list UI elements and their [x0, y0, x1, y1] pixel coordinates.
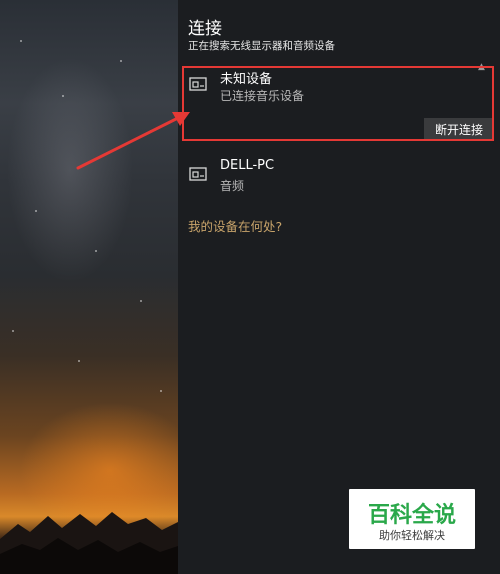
watermark-main-text: 百科全说	[367, 503, 456, 528]
wallpaper-star	[62, 95, 64, 97]
display-device-icon	[189, 77, 207, 91]
screenshot-root: 连接 正在搜索无线显示器和音频设备 ▲ 未知设备 已连接音乐设备 断开连接 DE…	[0, 0, 500, 574]
wallpaper-star	[78, 360, 80, 362]
device-status: 音频	[220, 179, 245, 193]
wallpaper-star	[160, 390, 162, 392]
panel-subtitle: 正在搜索无线显示器和音频设备	[188, 40, 335, 52]
mountain-silhouette	[0, 512, 178, 574]
wallpaper-star	[95, 250, 97, 252]
watermark-sub-text: 助你轻松解决	[379, 529, 445, 542]
desktop-wallpaper	[0, 0, 178, 574]
where-is-my-device-link[interactable]: 我的设备在何处?	[188, 216, 282, 235]
wallpaper-star	[150, 130, 152, 132]
device-item-dell-pc[interactable]: DELL-PC 音频	[186, 158, 490, 198]
wallpaper-star	[120, 60, 122, 62]
wallpaper-star	[12, 330, 14, 332]
wallpaper-star	[140, 300, 142, 302]
panel-title: 连接	[188, 19, 222, 39]
device-name: DELL-PC	[220, 158, 275, 173]
wallpaper-star	[20, 40, 22, 42]
connect-panel: 连接 正在搜索无线显示器和音频设备 ▲ 未知设备 已连接音乐设备 断开连接 DE…	[178, 0, 500, 574]
baike-watermark-logo: 百科全说 助你轻松解决	[349, 489, 475, 549]
device-status: 已连接音乐设备	[220, 89, 305, 103]
wallpaper-star	[35, 210, 37, 212]
disconnect-button[interactable]: 断开连接	[424, 118, 494, 140]
device-name: 未知设备	[220, 72, 273, 87]
display-device-icon	[189, 167, 207, 181]
device-item-unknown[interactable]: 未知设备 已连接音乐设备 断开连接	[186, 68, 494, 142]
